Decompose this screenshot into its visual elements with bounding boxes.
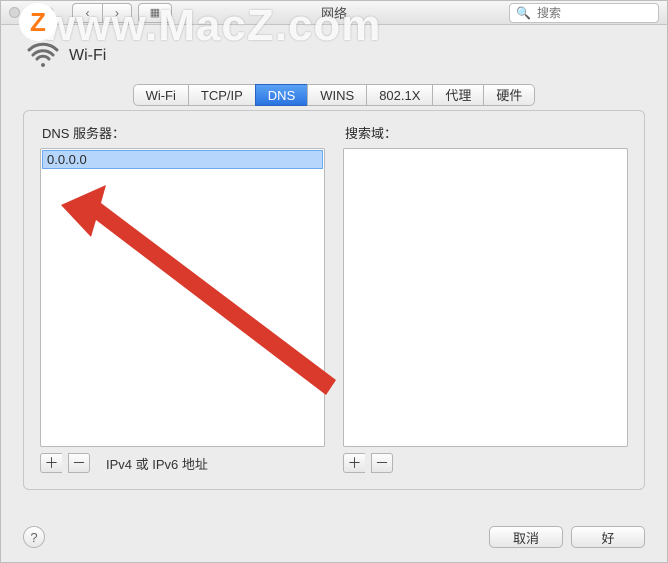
- wifi-icon: [27, 41, 59, 70]
- help-button[interactable]: ?: [23, 526, 45, 548]
- window-title: 网络: [1, 3, 667, 22]
- interface-name: Wi-Fi: [69, 47, 106, 65]
- dns-servers-label: DNS 服务器：: [42, 123, 325, 142]
- add-search-domain-button[interactable]: ＋: [343, 453, 365, 473]
- ok-button[interactable]: 好: [571, 526, 645, 548]
- search-domains-list[interactable]: [343, 148, 628, 447]
- tab-wins[interactable]: WINS: [307, 84, 366, 106]
- tab-proxy[interactable]: 代理: [432, 84, 483, 106]
- tab-tcpip[interactable]: TCP/IP: [188, 84, 255, 106]
- add-dns-button[interactable]: ＋: [40, 453, 62, 473]
- tab-wifi[interactable]: Wi-Fi: [133, 84, 188, 106]
- dns-hint: IPv4 或 IPv6 地址: [106, 454, 208, 473]
- remove-dns-button[interactable]: －: [68, 453, 90, 473]
- cancel-button[interactable]: 取消: [489, 526, 563, 548]
- remove-search-domain-button[interactable]: －: [371, 453, 393, 473]
- tab-8021x[interactable]: 802.1X: [366, 84, 432, 106]
- search-domains-label: 搜索域：: [345, 123, 628, 142]
- dns-server-entry[interactable]: 0.0.0.0: [43, 151, 322, 168]
- dns-servers-list[interactable]: 0.0.0.0: [40, 148, 325, 447]
- tab-dns[interactable]: DNS: [255, 84, 307, 106]
- tab-bar: Wi-Fi TCP/IP DNS WINS 802.1X 代理 硬件: [133, 84, 536, 106]
- tab-hardware[interactable]: 硬件: [483, 84, 535, 106]
